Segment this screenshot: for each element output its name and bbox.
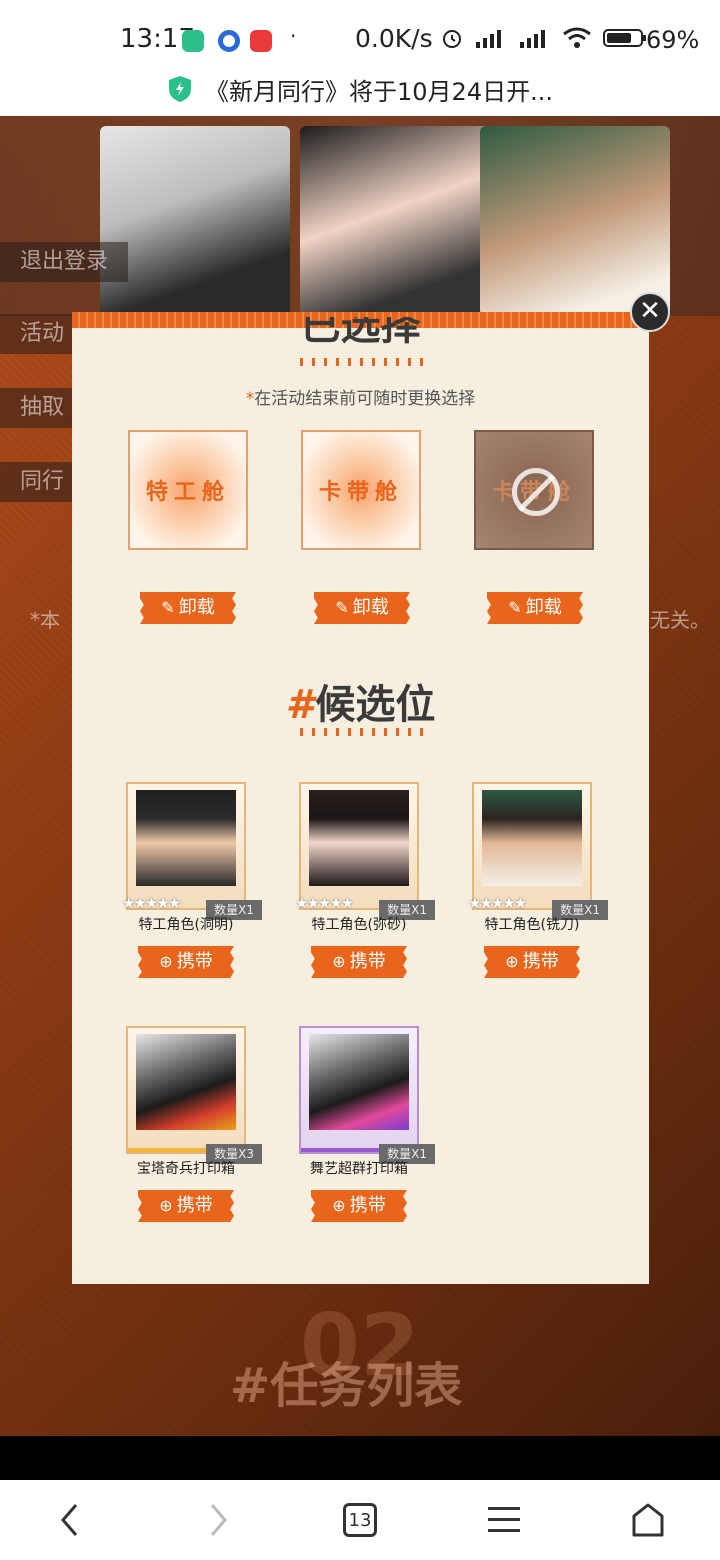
carry-label: 携带 — [349, 951, 386, 972]
hint-text: 在活动结束前可随时更换选择 — [254, 389, 476, 409]
plus-circle-icon: ⊕ — [332, 952, 346, 971]
candidate-card-dance-print-box[interactable]: 数量X1 — [299, 1026, 435, 1164]
unload-label: 卸载 — [178, 597, 215, 618]
printer-box-image — [309, 1034, 409, 1130]
carry-label: 携带 — [176, 1195, 213, 1216]
wrench-icon: ✎ — [161, 598, 175, 617]
notification-banner[interactable]: 《新月同行》将于10月24日开... — [0, 62, 720, 116]
candidate-card-xidao[interactable]: ★★★★★ 数量X1 — [468, 782, 608, 920]
ban-icon — [512, 468, 560, 516]
character-avatar — [482, 790, 582, 886]
character-portrait-white-hair — [100, 126, 290, 316]
agent-slot[interactable]: 特工舱 — [128, 430, 248, 550]
cartridge-slot-2-locked[interactable]: 卡带舱 — [474, 430, 594, 550]
candidate-card-dongming[interactable]: ★★★★★ 数量X1 — [122, 782, 262, 920]
status-icons — [440, 26, 648, 50]
forward-button[interactable] — [194, 1496, 242, 1544]
rarity-stars: ★★★★★ — [122, 894, 181, 912]
carry-button-4[interactable]: ⊕ 携带 — [138, 1190, 234, 1222]
tab-count: 13 — [348, 1509, 372, 1531]
selection-modal: 已选择 *在活动结束前可随时更换选择 特工舱 卡带舱 卡带舱 ✎ 卸载 ✎ 卸载 ✎… — [72, 312, 649, 1284]
alarm-icon — [443, 30, 461, 48]
wrench-icon: ✎ — [508, 598, 522, 617]
carry-label: 携带 — [176, 951, 213, 972]
browser-app-icon — [218, 30, 240, 52]
character-portrait-dark-hair — [300, 126, 490, 316]
browser-bottom-bar: 13 — [0, 1480, 720, 1560]
shield-icon — [169, 76, 192, 102]
rarity-stars: ★★★★★ — [468, 894, 527, 912]
battery-percent: 69% — [646, 26, 700, 54]
wifi-icon — [563, 27, 591, 48]
slot-label: 卡带舱 — [318, 480, 403, 505]
cartridge-slot-1[interactable]: 卡带舱 — [301, 430, 421, 550]
signal-1-icon — [476, 30, 501, 48]
unload-button-2[interactable]: ✎ 卸载 — [314, 592, 410, 624]
printer-box-image — [136, 1034, 236, 1130]
background-note-right: 无关。 — [650, 608, 710, 632]
unload-label: 卸载 — [352, 597, 389, 618]
network-speed: 0.0K/s — [355, 24, 433, 53]
carry-button-3[interactable]: ⊕ 携带 — [484, 946, 580, 978]
plus-circle-icon: ⊕ — [159, 952, 173, 971]
unload-label: 卸载 — [525, 597, 562, 618]
carry-label: 携带 — [349, 1195, 386, 1216]
candidate-card-pagoda-print-box[interactable]: 数量X3 — [126, 1026, 262, 1164]
red-envelope-app-icon — [250, 30, 272, 52]
character-avatar — [309, 790, 409, 886]
carry-button-2[interactable]: ⊕ 携带 — [311, 946, 407, 978]
tabs-button[interactable]: 13 — [336, 1496, 384, 1544]
home-button[interactable] — [624, 1496, 672, 1544]
candidate-name: 舞艺超群打印箱 — [310, 1161, 408, 1177]
chevron-left-icon — [61, 1504, 78, 1536]
signal-2-icon — [520, 30, 545, 48]
rarity-stars: ★★★★★ — [295, 894, 354, 912]
black-gesture-bar — [0, 1436, 720, 1480]
slot-label: 特工舱 — [145, 480, 230, 505]
task-list-title: #任务列表 — [230, 1358, 463, 1414]
selection-hint: *在活动结束前可随时更换选择 — [72, 384, 649, 409]
hint-asterisk: * — [245, 389, 255, 409]
plus-circle-icon: ⊕ — [159, 1196, 173, 1215]
candidate-name: 特工角色(弥砂) — [311, 917, 407, 933]
background-note-left: *本 — [30, 608, 60, 632]
logout-button[interactable]: 退出登录 — [0, 242, 129, 282]
plus-circle-icon: ⊕ — [332, 1196, 346, 1215]
battery-icon — [603, 29, 646, 47]
unload-button-1[interactable]: ✎ 卸载 — [140, 592, 236, 624]
candidate-name: 特工角色(洞明) — [138, 917, 234, 933]
candidate-name: 宝塔奇兵打印箱 — [137, 1161, 235, 1177]
title-dash-decoration — [300, 728, 423, 736]
wrench-icon: ✎ — [335, 598, 349, 617]
title-dash-decoration — [300, 358, 423, 366]
carry-label: 携带 — [522, 951, 559, 972]
notification-text: 《新月同行》将于10月24日开... — [205, 77, 553, 106]
chevron-right-icon — [210, 1504, 227, 1536]
title-hash: # — [285, 682, 314, 728]
tabs-icon: 13 — [343, 1503, 377, 1537]
menu-button[interactable] — [480, 1496, 528, 1544]
carry-button-1[interactable]: ⊕ 携带 — [138, 946, 234, 978]
candidates-title: #候选位 — [72, 672, 649, 730]
candidates-title-text: 候选位 — [315, 682, 436, 728]
home-icon — [632, 1503, 664, 1537]
notification-dot: · — [290, 24, 297, 48]
plus-circle-icon: ⊕ — [505, 952, 519, 971]
selected-section-title: 已选择 — [300, 317, 421, 349]
shield-app-icon — [182, 30, 204, 52]
close-modal-button[interactable]: ✕ — [630, 292, 670, 332]
unload-button-3[interactable]: ✎ 卸载 — [487, 592, 583, 624]
candidate-card-misha[interactable]: ★★★★★ 数量X1 — [295, 782, 435, 920]
back-button[interactable] — [46, 1496, 94, 1544]
candidate-name: 特工角色(铣刀) — [484, 917, 580, 933]
character-avatar — [136, 790, 236, 886]
hamburger-icon — [488, 1507, 520, 1532]
character-portrait-green-cap — [480, 126, 670, 316]
carry-button-5[interactable]: ⊕ 携带 — [311, 1190, 407, 1222]
